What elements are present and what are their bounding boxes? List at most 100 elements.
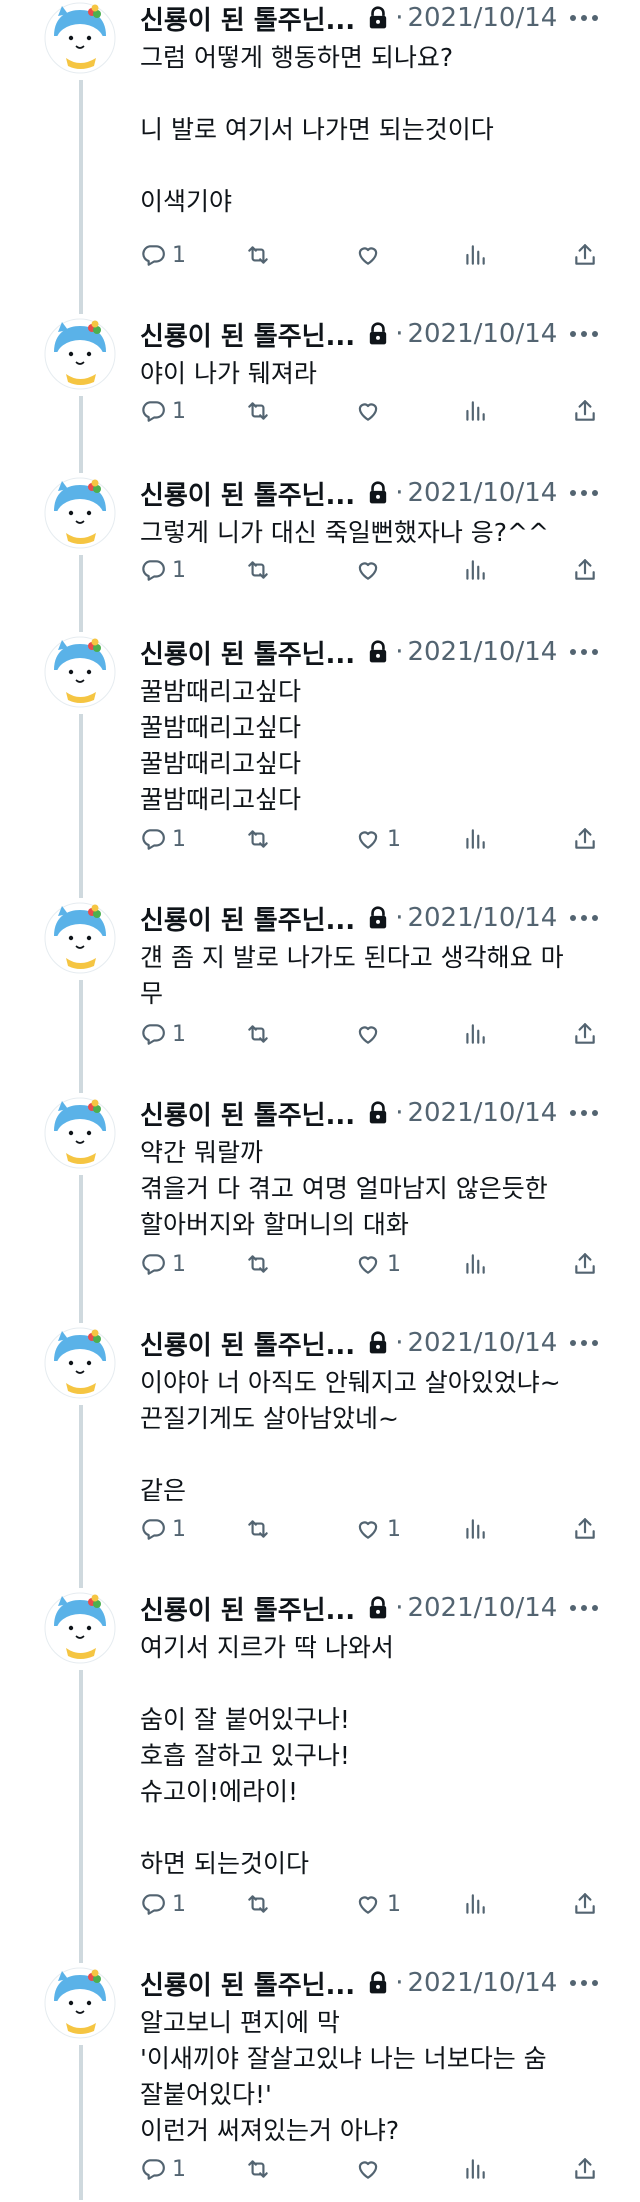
more-icon[interactable] — [566, 1331, 602, 1355]
avatar[interactable] — [44, 1967, 116, 2039]
tweet-text-line: 이야아 너 아직도 안뒈지고 살아있었냐~ — [140, 1368, 561, 1397]
retweet-button[interactable] — [244, 2154, 272, 2184]
more-icon[interactable] — [566, 6, 602, 30]
share-button[interactable] — [572, 1019, 598, 1049]
tweet-date[interactable]: 2021/10/14 — [407, 478, 557, 508]
retweet-button[interactable] — [244, 396, 272, 426]
views-button[interactable] — [462, 396, 488, 426]
retweet-icon — [244, 1891, 272, 1917]
reply-button[interactable]: 1 — [140, 824, 186, 854]
action-bar: 1 — [140, 555, 610, 585]
tweet-date[interactable]: 2021/10/14 — [407, 637, 557, 667]
tweet-date[interactable]: 2021/10/14 — [407, 319, 557, 349]
more-icon[interactable] — [566, 1596, 602, 1620]
avatar[interactable] — [44, 318, 116, 390]
retweet-button[interactable] — [244, 824, 272, 854]
retweet-button[interactable] — [244, 240, 272, 270]
views-button[interactable] — [462, 1889, 488, 1919]
display-name[interactable]: 신룡이 된 톨주닌... — [140, 1325, 355, 1362]
reply-button[interactable]: 1 — [140, 1514, 186, 1544]
tweet-text: 꿀밤때리고싶다 꿀밤때리고싶다 꿀밤때리고싶다 꿀밤때리고싶다 — [140, 674, 610, 818]
avatar[interactable] — [44, 477, 116, 549]
thread-line — [79, 980, 83, 1093]
reply-icon — [140, 1021, 166, 1047]
more-icon[interactable] — [566, 322, 602, 346]
reply-count: 1 — [172, 1251, 186, 1277]
like-button[interactable]: 1 — [355, 824, 401, 854]
retweet-button[interactable] — [244, 1249, 272, 1279]
share-button[interactable] — [572, 1889, 598, 1919]
share-button[interactable] — [572, 2154, 598, 2184]
retweet-icon — [244, 242, 272, 268]
reply-button[interactable]: 1 — [140, 555, 186, 585]
display-name[interactable]: 신룡이 된 톨주닌... — [140, 634, 355, 671]
retweet-button[interactable] — [244, 1889, 272, 1919]
reply-icon — [140, 1516, 166, 1542]
share-button[interactable] — [572, 824, 598, 854]
share-icon — [572, 1251, 598, 1277]
like-button[interactable]: 1 — [355, 1249, 401, 1279]
views-button[interactable] — [462, 824, 488, 854]
avatar[interactable] — [44, 902, 116, 974]
views-button[interactable] — [462, 2154, 488, 2184]
avatar[interactable] — [44, 2, 116, 74]
display-name[interactable]: 신룡이 된 톨주닌... — [140, 0, 355, 37]
lock-icon — [367, 906, 389, 930]
reply-button[interactable]: 1 — [140, 1249, 186, 1279]
tweet-date[interactable]: 2021/10/14 — [407, 1098, 557, 1128]
more-icon[interactable] — [566, 640, 602, 664]
tweet-date[interactable]: 2021/10/14 — [407, 1968, 557, 1998]
more-icon[interactable] — [566, 1971, 602, 1995]
reply-button[interactable]: 1 — [140, 1889, 186, 1919]
like-button[interactable]: 1 — [355, 1889, 401, 1919]
tweet-text-line: 여기서 지르가 딱 나와서 — [140, 1633, 394, 1662]
retweet-button[interactable] — [244, 555, 272, 585]
reply-count: 1 — [172, 1891, 186, 1917]
retweet-button[interactable] — [244, 1019, 272, 1049]
avatar[interactable] — [44, 1592, 116, 1664]
share-icon — [572, 2156, 598, 2182]
share-button[interactable] — [572, 1514, 598, 1544]
views-button[interactable] — [462, 555, 488, 585]
retweet-button[interactable] — [244, 1514, 272, 1544]
like-button[interactable] — [355, 555, 387, 585]
reply-count: 1 — [172, 242, 186, 268]
views-button[interactable] — [462, 1249, 488, 1279]
more-icon[interactable] — [566, 906, 602, 930]
like-button[interactable] — [355, 1019, 387, 1049]
tweet-date[interactable]: 2021/10/14 — [407, 3, 557, 33]
avatar[interactable] — [44, 1327, 116, 1399]
views-button[interactable] — [462, 1514, 488, 1544]
retweet-icon — [244, 1021, 272, 1047]
action-bar: 1 — [140, 396, 610, 426]
tweet-date[interactable]: 2021/10/14 — [407, 1593, 557, 1623]
share-button[interactable] — [572, 396, 598, 426]
display-name[interactable]: 신룡이 된 톨주닌... — [140, 475, 355, 512]
display-name[interactable]: 신룡이 된 톨주닌... — [140, 1590, 355, 1627]
tweet-date[interactable]: 2021/10/14 — [407, 1328, 557, 1358]
avatar[interactable] — [44, 1097, 116, 1169]
views-button[interactable] — [462, 1019, 488, 1049]
like-icon — [355, 1021, 381, 1047]
tweet-date[interactable]: 2021/10/14 — [407, 903, 557, 933]
display-name[interactable]: 신룡이 된 톨주닌... — [140, 1095, 355, 1132]
avatar[interactable] — [44, 636, 116, 708]
reply-button[interactable]: 1 — [140, 240, 186, 270]
like-button[interactable]: 1 — [355, 1514, 401, 1544]
views-button[interactable] — [462, 240, 488, 270]
display-name[interactable]: 신룡이 된 톨주닌... — [140, 900, 355, 937]
more-icon[interactable] — [566, 481, 602, 505]
more-icon[interactable] — [566, 1101, 602, 1125]
share-button[interactable] — [572, 240, 598, 270]
like-icon — [355, 1251, 381, 1277]
reply-button[interactable]: 1 — [140, 2154, 186, 2184]
share-button[interactable] — [572, 1249, 598, 1279]
display-name[interactable]: 신룡이 된 톨주닌... — [140, 316, 355, 353]
like-button[interactable] — [355, 396, 387, 426]
display-name[interactable]: 신룡이 된 톨주닌... — [140, 1965, 355, 2002]
reply-button[interactable]: 1 — [140, 396, 186, 426]
like-button[interactable] — [355, 2154, 387, 2184]
share-button[interactable] — [572, 555, 598, 585]
reply-button[interactable]: 1 — [140, 1019, 186, 1049]
like-button[interactable] — [355, 240, 387, 270]
